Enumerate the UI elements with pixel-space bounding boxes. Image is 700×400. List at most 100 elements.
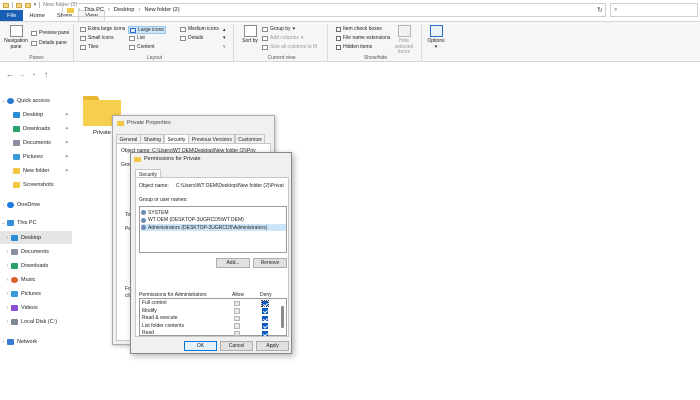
remove-button[interactable]: Remove bbox=[253, 258, 287, 268]
allow-checkbox[interactable] bbox=[234, 330, 240, 336]
nav-downloads[interactable]: › Downloads bbox=[0, 259, 72, 272]
tab-home[interactable]: Home bbox=[23, 10, 50, 21]
checkbox[interactable] bbox=[336, 26, 341, 32]
add-columns-button[interactable]: Add columns ▾ bbox=[262, 35, 303, 41]
chevron-down-icon[interactable]: ⌄ bbox=[0, 98, 7, 104]
pin-icon[interactable]: ✦ bbox=[65, 154, 69, 160]
nav-documents[interactable]: › Documents bbox=[0, 245, 72, 258]
deny-checkbox[interactable] bbox=[262, 315, 268, 321]
ok-button[interactable]: OK bbox=[184, 341, 217, 351]
up-arrow-icon[interactable]: ↑ bbox=[40, 70, 52, 79]
search-box[interactable]: ⌕ bbox=[610, 3, 698, 17]
group-by-button[interactable]: Group by ▾ bbox=[262, 26, 295, 32]
apply-button[interactable]: Apply bbox=[256, 341, 289, 351]
allow-checkbox[interactable] bbox=[234, 315, 240, 321]
breadcrumb-new-folder[interactable]: New folder (2) bbox=[144, 7, 179, 13]
nav-pictures-pinned[interactable]: Pictures ✦ bbox=[0, 150, 72, 163]
nav-screenshots[interactable]: Screenshots bbox=[0, 178, 72, 191]
nav-local-disk[interactable]: › Local Disk (C:) bbox=[0, 315, 72, 328]
forward-arrow-icon[interactable]: → bbox=[16, 70, 28, 79]
properties-icon[interactable] bbox=[15, 2, 22, 8]
nav-this-pc[interactable]: ⌄ This PC bbox=[0, 216, 72, 229]
layout-list[interactable]: List bbox=[129, 35, 145, 41]
details-pane-button[interactable]: Details pane bbox=[31, 40, 67, 46]
nav-pictures[interactable]: › Pictures bbox=[0, 287, 72, 300]
chevron-right-icon[interactable]: › bbox=[4, 263, 11, 269]
preview-pane-button[interactable]: Preview pane bbox=[31, 30, 69, 36]
layout-more[interactable]: ▿ bbox=[223, 44, 226, 50]
user-row-system[interactable]: SYSTEM bbox=[141, 209, 286, 216]
nav-desktop-pinned[interactable]: Desktop ✦ bbox=[0, 108, 72, 121]
chevron-right-icon[interactable]: › bbox=[4, 249, 11, 255]
chevron-right-icon[interactable]: › bbox=[4, 277, 11, 283]
layout-scroll-down[interactable]: ▾ bbox=[223, 35, 226, 41]
dropdown-icon[interactable]: ▾ bbox=[34, 2, 37, 8]
chevron-right-icon[interactable]: › bbox=[0, 202, 7, 208]
nav-music[interactable]: › Music bbox=[0, 273, 72, 286]
item-check-boxes-toggle[interactable]: Item check boxes bbox=[336, 26, 382, 32]
deny-checkbox[interactable] bbox=[262, 330, 268, 336]
breadcrumb-this-pc[interactable]: This PC bbox=[84, 7, 104, 13]
pin-icon[interactable]: ✦ bbox=[65, 168, 69, 174]
deny-checkbox[interactable] bbox=[260, 299, 269, 308]
layout-large-icons[interactable]: Large icons bbox=[128, 26, 166, 34]
chevron-right-icon[interactable]: › bbox=[4, 235, 11, 241]
allow-checkbox[interactable] bbox=[234, 308, 240, 314]
permission-row: List folder contents bbox=[142, 323, 272, 330]
file-name-extensions-toggle[interactable]: File name extensions bbox=[336, 35, 390, 41]
nav-quick-access[interactable]: ⌄ Quick access bbox=[0, 94, 72, 107]
address-bar[interactable]: › This PC › Desktop › New folder (2) bbox=[62, 3, 606, 17]
chevron-right-icon[interactable]: › bbox=[4, 305, 11, 311]
permissions-title-text: Permissions for Private bbox=[144, 156, 201, 162]
layout-extra-large-icons[interactable]: Extra large icons bbox=[80, 26, 125, 32]
cancel-button[interactable]: Cancel bbox=[220, 341, 253, 351]
nav-desktop[interactable]: › Desktop bbox=[0, 231, 72, 244]
allow-checkbox[interactable] bbox=[234, 323, 240, 329]
drive-icon bbox=[11, 318, 18, 325]
breadcrumb-desktop[interactable]: Desktop bbox=[114, 7, 135, 13]
layout-details[interactable]: Details bbox=[180, 35, 203, 41]
nav-new-folder[interactable]: New folder ✦ bbox=[0, 164, 72, 177]
layout-small-icons[interactable]: Small icons bbox=[80, 35, 114, 41]
layout-content[interactable]: Content bbox=[129, 44, 155, 50]
layout-medium-icons[interactable]: Medium icons bbox=[180, 26, 219, 32]
nav-network[interactable]: › Network bbox=[0, 335, 72, 348]
recent-locations-icon[interactable]: ⌄ bbox=[28, 71, 40, 77]
back-arrow-icon[interactable]: ← bbox=[4, 70, 16, 79]
user-list[interactable]: SYSTEM WT DEM (DESKTOP-3UGRCD5\WT DEM) A… bbox=[139, 206, 287, 253]
new-folder-icon[interactable] bbox=[24, 2, 31, 8]
scrollbar-thumb[interactable] bbox=[281, 306, 284, 328]
nav-downloads-pinned[interactable]: Downloads ✦ bbox=[0, 122, 72, 135]
pin-icon[interactable]: ✦ bbox=[65, 126, 69, 132]
deny-checkbox[interactable] bbox=[262, 323, 268, 329]
user-row-administrators[interactable]: Administrators (DESKTOP-3UGRCD5\Administ… bbox=[141, 224, 286, 231]
navigation-pane-button[interactable]: Navigation pane bbox=[3, 25, 29, 50]
chevron-right-icon[interactable]: › bbox=[4, 291, 11, 297]
options-button[interactable]: Options ▾ bbox=[424, 25, 448, 50]
hide-selected-items-button[interactable]: Hide selected items bbox=[390, 25, 418, 56]
layout-item-label: Content bbox=[137, 44, 155, 50]
checkbox[interactable] bbox=[336, 35, 341, 41]
nav-documents-pinned[interactable]: Documents ✦ bbox=[0, 136, 72, 149]
documents-icon bbox=[13, 139, 20, 146]
hidden-items-toggle[interactable]: Hidden items bbox=[336, 44, 372, 50]
chevron-right-icon[interactable]: › bbox=[0, 339, 7, 345]
refresh-icon[interactable]: ↻ bbox=[597, 6, 603, 14]
chevron-down-icon[interactable]: ⌄ bbox=[0, 220, 7, 226]
pin-icon[interactable]: ✦ bbox=[65, 112, 69, 118]
pin-icon[interactable]: ✦ bbox=[65, 140, 69, 146]
nav-videos[interactable]: › Videos bbox=[0, 301, 72, 314]
tab-file[interactable]: File bbox=[0, 10, 24, 21]
add-button[interactable]: Add... bbox=[216, 258, 250, 268]
layout-scroll-up[interactable]: ▴ bbox=[223, 27, 226, 33]
allow-checkbox[interactable] bbox=[234, 300, 240, 306]
layout-tiles[interactable]: Tiles bbox=[80, 44, 98, 50]
checkbox[interactable] bbox=[336, 44, 341, 50]
user-row-wt-dem[interactable]: WT DEM (DESKTOP-3UGRCD5\WT DEM) bbox=[141, 217, 286, 224]
deny-checkbox[interactable] bbox=[262, 308, 268, 314]
nav-onedrive[interactable]: › OneDrive bbox=[0, 198, 72, 211]
chevron-right-icon[interactable]: › bbox=[4, 319, 11, 325]
size-columns-button[interactable]: Size all columns to fit bbox=[262, 44, 317, 50]
permissions-scrollbar[interactable] bbox=[280, 300, 285, 335]
sort-by-button[interactable]: Sort by bbox=[241, 25, 259, 45]
